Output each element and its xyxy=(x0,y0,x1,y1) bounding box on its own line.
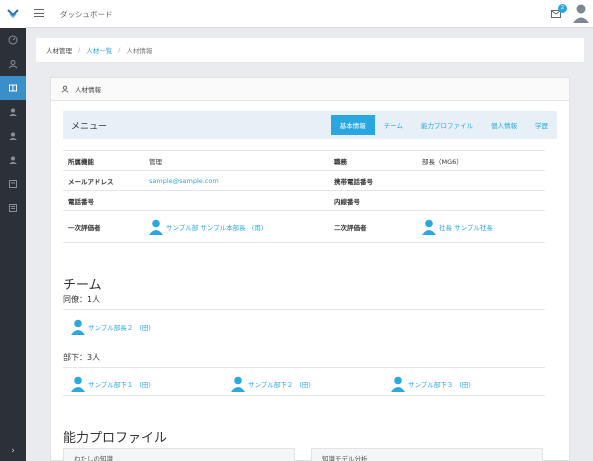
table-row: 電話番号 内線番号 xyxy=(63,190,545,210)
person-icon xyxy=(391,376,405,392)
user-icon xyxy=(9,156,17,164)
tab-personal-info[interactable]: 個人情報 xyxy=(482,115,526,135)
menu-bar: メニュー 基本情報 チーム 能力プロファイル 個人情報 学歴 xyxy=(63,111,557,139)
subordinate-link[interactable]: サンプル部下３ (田) xyxy=(391,376,471,392)
peer-link[interactable]: サンプル部長２ (田) xyxy=(71,319,151,335)
report-icon xyxy=(9,180,17,188)
user-icon xyxy=(9,132,17,140)
person-icon xyxy=(422,219,436,235)
book-icon xyxy=(9,84,17,92)
user-icon xyxy=(9,108,17,116)
breadcrumb-list-link[interactable]: 人材一覧 xyxy=(86,45,112,55)
table-row: 所属機能 管理 職務 部長（MG6） xyxy=(63,150,545,170)
list-icon xyxy=(9,204,17,212)
table-row: メールアドレス sample@sample.com 携帯電話番号 xyxy=(63,170,545,190)
department-value: 管理 xyxy=(149,157,162,166)
knowledge-model-card[interactable]: 知識モデル分析 xyxy=(311,448,543,461)
subordinate-link[interactable]: サンプル部下２ (田) xyxy=(231,376,311,392)
tab-basic-info[interactable]: 基本情報 xyxy=(330,115,375,135)
users-icon xyxy=(61,85,69,93)
subordinate-link[interactable]: サンプル部下１ (田) xyxy=(71,376,151,392)
tab-team[interactable]: チーム xyxy=(375,115,412,135)
ability-section-title: 能力プロファイル xyxy=(63,431,168,446)
hamburger-menu-icon[interactable] xyxy=(34,9,44,17)
person-icon xyxy=(71,319,85,335)
user-avatar-icon[interactable] xyxy=(572,3,590,23)
table-row: 一次評価者 サンプル部 サンプル本部長 (雨) 二次評価者 社長 サンプル社長 xyxy=(63,210,545,243)
page-title: ダッシュボード xyxy=(60,10,113,19)
users-icon xyxy=(8,60,18,69)
second-evaluator-link[interactable]: 社長 サンプル社長 xyxy=(422,219,493,235)
sidebar-item-person-2[interactable] xyxy=(0,124,26,148)
my-knowledge-card[interactable]: わたしの知識 xyxy=(63,448,295,461)
sidebar-item-report[interactable] xyxy=(0,172,26,196)
person-icon xyxy=(71,376,85,392)
logo-icon xyxy=(7,9,19,19)
position-value: 部長（MG6） xyxy=(422,157,463,166)
menu-label: メニュー xyxy=(71,121,108,132)
breadcrumb-root: 人材管理 xyxy=(46,47,72,55)
basic-info-table: 所属機能 管理 職務 部長（MG6） メールアドレス sample@sample… xyxy=(63,150,545,243)
notification-badge: 2 xyxy=(558,4,567,13)
sidebar-item-talent[interactable] xyxy=(0,76,26,100)
team-section-title: チーム xyxy=(63,278,102,293)
sidebar-expand-icon[interactable]: › xyxy=(0,441,26,461)
sidebar-item-person-1[interactable] xyxy=(0,100,26,124)
email-link[interactable]: sample@sample.com xyxy=(149,177,334,185)
top-bar: ダッシュボード 2 xyxy=(26,0,593,28)
panel-header: 人材情報 xyxy=(51,78,569,101)
person-icon xyxy=(231,376,245,392)
sidebar-item-list[interactable] xyxy=(0,196,26,220)
tab-list: 基本情報 チーム 能力プロファイル 個人情報 学歴 xyxy=(330,115,557,135)
app-logo[interactable] xyxy=(0,0,26,28)
subordinates-label: 部下：3人 xyxy=(63,353,101,362)
speedometer-icon xyxy=(8,35,18,45)
sidebar: › xyxy=(0,0,26,461)
peers-label: 同僚：1人 xyxy=(63,295,101,304)
talent-info-panel: 人材情報 メニュー 基本情報 チーム 能力プロファイル 個人情報 学歴 所属機能… xyxy=(50,77,570,461)
sidebar-item-users[interactable] xyxy=(0,52,26,76)
breadcrumb-current: 人材情報 xyxy=(126,47,153,55)
sidebar-item-dashboard[interactable] xyxy=(0,28,26,52)
first-evaluator-link[interactable]: サンプル部 サンプル本部長 (雨) xyxy=(149,219,334,235)
tab-education[interactable]: 学歴 xyxy=(526,115,557,135)
breadcrumb: 人材管理 / 人材一覧 / 人材情報 xyxy=(36,38,584,62)
panel-title: 人材情報 xyxy=(75,86,101,94)
person-icon xyxy=(149,219,163,235)
sidebar-item-person-3[interactable] xyxy=(0,148,26,172)
tab-ability-profile[interactable]: 能力プロファイル xyxy=(412,115,482,135)
